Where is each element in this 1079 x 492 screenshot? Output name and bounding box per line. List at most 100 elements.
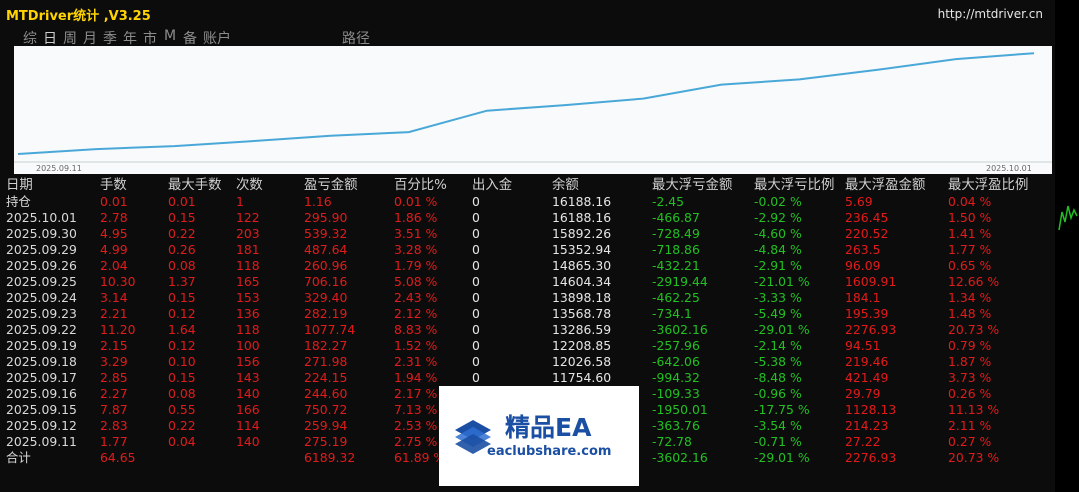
table-cell: -994.32 bbox=[652, 370, 700, 385]
table-cell: 2025.09.23 bbox=[6, 306, 77, 321]
x-end-label: 2025.10.01 bbox=[986, 164, 1032, 173]
column-header: 手数 bbox=[100, 178, 127, 193]
table-cell: 2025.09.18 bbox=[6, 354, 77, 369]
table-row[interactable]: 2025.09.23 2.21 0.12 136 282.19 2.12 % 0 13568.… bbox=[0, 306, 1055, 322]
column-header: 最大浮亏比例 bbox=[754, 178, 835, 193]
table-cell: 2.15 bbox=[100, 338, 128, 353]
table-cell: 236.45 bbox=[845, 210, 889, 225]
table-row[interactable]: 2025.09.19 2.15 0.12 100 182.27 1.52 % 0 12208.… bbox=[0, 338, 1055, 354]
table-row[interactable]: 2025.09.18 3.29 0.10 156 271.98 2.31 % 0 12026.… bbox=[0, 354, 1055, 370]
table-cell: -5.38 % bbox=[754, 354, 802, 369]
table-cell: 2025.09.17 bbox=[6, 370, 77, 385]
table-cell: 16188.16 bbox=[552, 194, 612, 209]
table-cell: 1.77 bbox=[100, 434, 128, 449]
table-cell: 0 bbox=[472, 194, 480, 209]
table-cell: 0.12 bbox=[168, 338, 196, 353]
stats-panel: MTDriver统计 ,V3.25 http://mtdriver.cn 综日周… bbox=[0, 0, 1055, 492]
table-cell: 16188.16 bbox=[552, 210, 612, 225]
table-cell: -72.78 bbox=[652, 434, 692, 449]
table-cell: 27.22 bbox=[845, 434, 881, 449]
table-cell: 0 bbox=[472, 370, 480, 385]
table-row[interactable]: 2025.09.22 11.20 1.64 118 1077.74 8.83 % 0 1328… bbox=[0, 322, 1055, 338]
table-cell: 1128.13 bbox=[845, 402, 897, 417]
watermark-url: eaclubshare.com bbox=[487, 444, 612, 459]
table-cell: 13898.18 bbox=[552, 290, 612, 305]
table-cell: 165 bbox=[236, 274, 260, 289]
tab-3[interactable]: 月 bbox=[80, 28, 100, 48]
table-cell: 15892.26 bbox=[552, 226, 612, 241]
table-cell: -0.96 % bbox=[754, 386, 802, 401]
period-tabs: 综日周月季年市 M 备账户 bbox=[20, 28, 234, 48]
table-row[interactable]: 2025.09.29 4.99 0.26 181 487.64 3.28 % 0 15352.… bbox=[0, 242, 1055, 258]
table-cell: 2.11 % bbox=[948, 418, 992, 433]
table-cell: 0 bbox=[472, 306, 480, 321]
table-cell: 1.79 % bbox=[394, 258, 438, 273]
table-cell: 122 bbox=[236, 210, 260, 225]
tab-1[interactable]: 日 bbox=[40, 28, 60, 48]
table-cell: 271.98 bbox=[304, 354, 348, 369]
table-cell: 118 bbox=[236, 258, 260, 273]
tab-2[interactable]: 周 bbox=[60, 28, 80, 48]
table-row[interactable]: 2025.09.17 2.85 0.15 143 224.15 1.94 % 0 11754.… bbox=[0, 370, 1055, 386]
table-cell: 2276.93 bbox=[845, 322, 897, 337]
table-cell: 706.16 bbox=[304, 274, 348, 289]
tab-0[interactable]: 综 bbox=[20, 28, 40, 48]
column-header: 最大浮盈比例 bbox=[948, 178, 1029, 193]
table-cell: 29.79 bbox=[845, 386, 881, 401]
tab-path[interactable]: 路径 bbox=[342, 28, 370, 48]
background-chart-fragment bbox=[1058, 205, 1078, 231]
table-header: 日期 手数 最大手数 次数 盈亏金额 百分比% 出入金 余额 最大浮亏金额 最大浮亏比例 最大浮盈金… bbox=[0, 178, 1055, 194]
table-cell: 15352.94 bbox=[552, 242, 612, 257]
table-cell: -728.49 bbox=[652, 226, 700, 241]
table-cell: 2.43 % bbox=[394, 290, 438, 305]
table-cell: 203 bbox=[236, 226, 260, 241]
table-row[interactable]: 2025.09.30 4.95 0.22 203 539.32 3.51 % 0 15892.… bbox=[0, 226, 1055, 242]
table-cell: 5.08 % bbox=[394, 274, 438, 289]
table-cell: 2.17 % bbox=[394, 386, 438, 401]
table-cell: 1 bbox=[236, 194, 244, 209]
column-header: 最大手数 bbox=[168, 178, 222, 193]
total-cell: -3602.16 bbox=[652, 450, 708, 465]
table-cell: 219.46 bbox=[845, 354, 889, 369]
table-cell: 1.86 % bbox=[394, 210, 438, 225]
watermark-logo: 精品EA eaclubshare.com bbox=[439, 386, 639, 486]
table-row[interactable]: 2025.09.25 10.30 1.37 165 706.16 5.08 % 0 14604… bbox=[0, 274, 1055, 290]
table-row[interactable]: 2025.10.01 2.78 0.15 122 295.90 1.86 % 0 16188.… bbox=[0, 210, 1055, 226]
table-cell: 1.48 % bbox=[948, 306, 992, 321]
table-cell: -4.84 % bbox=[754, 242, 802, 257]
table-cell: 12.66 % bbox=[948, 274, 1000, 289]
table-cell: 14604.34 bbox=[552, 274, 612, 289]
tab-4[interactable]: 季 bbox=[100, 28, 120, 48]
site-link[interactable]: http://mtdriver.cn bbox=[938, 7, 1043, 21]
table-cell: 3.51 % bbox=[394, 226, 438, 241]
table-cell: 13568.78 bbox=[552, 306, 612, 321]
table-cell: -1950.01 bbox=[652, 402, 708, 417]
tab-9[interactable]: 账户 bbox=[200, 28, 234, 48]
table-cell: -8.48 % bbox=[754, 370, 802, 385]
table-cell: 13286.59 bbox=[552, 322, 612, 337]
table-cell: -462.25 bbox=[652, 290, 700, 305]
table-cell: 0.01 bbox=[168, 194, 196, 209]
tab-8[interactable]: 备 bbox=[180, 28, 200, 48]
table-cell: 12208.85 bbox=[552, 338, 612, 353]
balance-chart-svg: 2025.09.11 2025.10.01 bbox=[14, 52, 1052, 173]
table-cell: -734.1 bbox=[652, 306, 692, 321]
column-header: 最大浮亏金额 bbox=[652, 178, 733, 193]
table-cell: 2025.09.24 bbox=[6, 290, 77, 305]
table-cell: 2025.09.11 bbox=[6, 434, 77, 449]
table-row[interactable]: 2025.09.26 2.04 0.08 118 260.96 1.79 % 0 14865.… bbox=[0, 258, 1055, 274]
table-cell: -718.86 bbox=[652, 242, 700, 257]
table-row[interactable]: 2025.09.24 3.14 0.15 153 329.40 2.43 % 0 13898.… bbox=[0, 290, 1055, 306]
table-cell: 263.5 bbox=[845, 242, 881, 257]
table-cell: 3.28 % bbox=[394, 242, 438, 257]
table-cell: 0.26 bbox=[168, 242, 196, 257]
tab-7[interactable]: M bbox=[160, 28, 180, 48]
tab-6[interactable]: 市 bbox=[140, 28, 160, 48]
table-cell: 94.51 bbox=[845, 338, 881, 353]
tab-5[interactable]: 年 bbox=[120, 28, 140, 48]
table-cell: 2025.09.30 bbox=[6, 226, 77, 241]
table-cell: 1.41 % bbox=[948, 226, 992, 241]
table-cell: 1.52 % bbox=[394, 338, 438, 353]
table-cell: 0.08 bbox=[168, 258, 196, 273]
table-row[interactable]: 持仓 0.01 0.01 1 1.16 0.01 % 0 16188.16 -2.45 -0.02… bbox=[0, 194, 1055, 210]
